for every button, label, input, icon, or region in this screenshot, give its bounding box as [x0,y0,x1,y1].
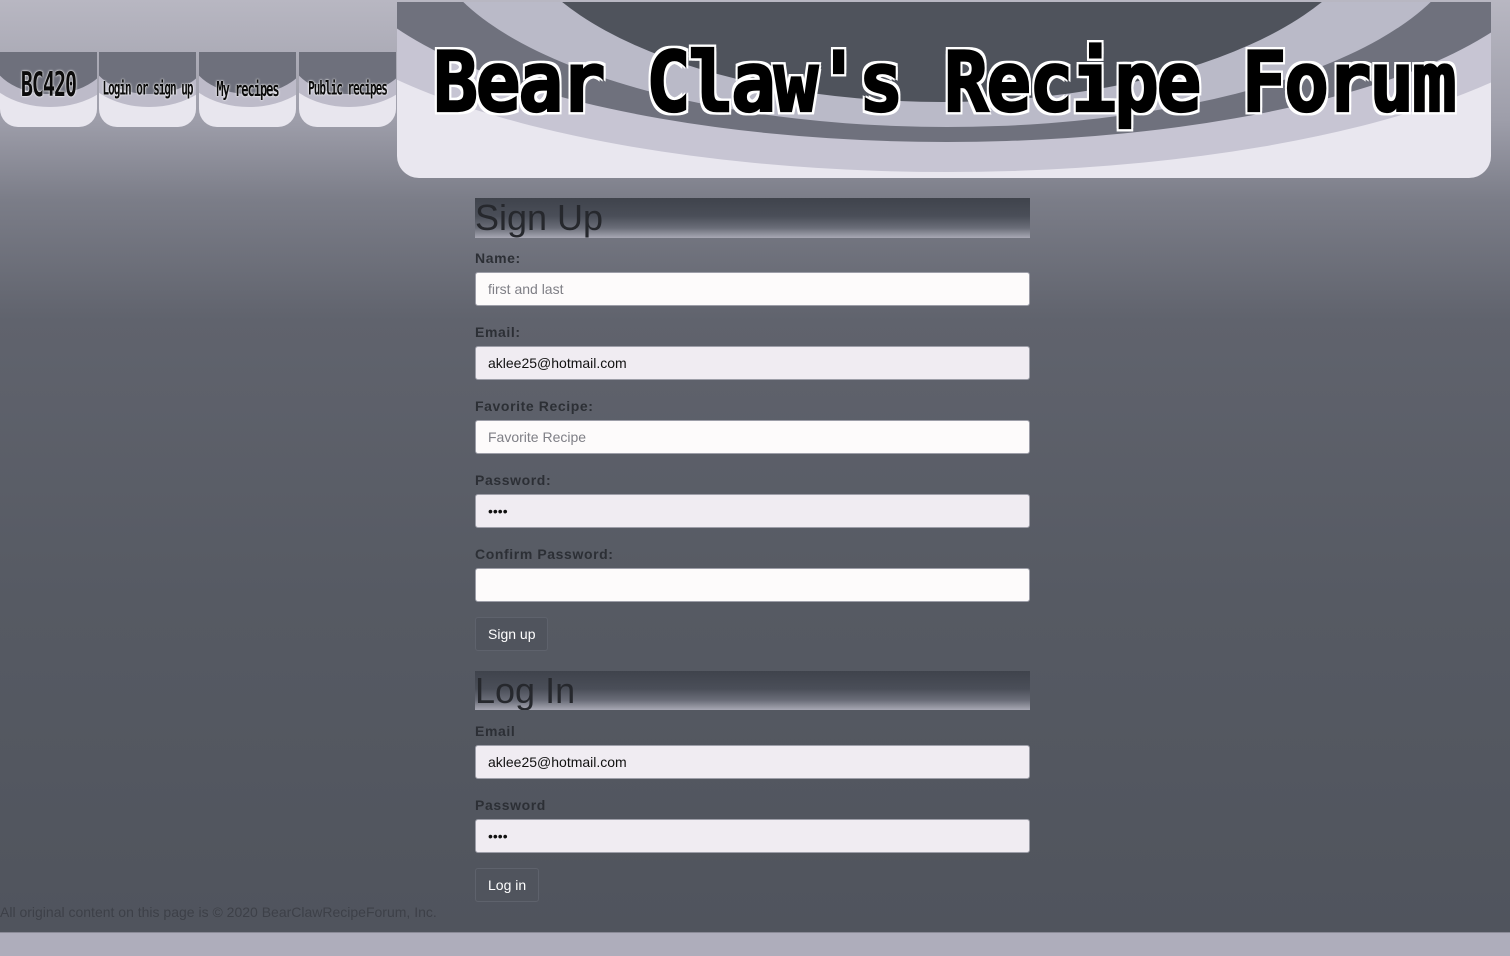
footer-copyright: All original content on this page is © 2… [0,904,437,920]
nav-bar: BC420 Login or sign up My recipes Public… [0,52,400,127]
nav-item-login[interactable]: Login or sign up [99,52,196,127]
login-email-field[interactable] [475,745,1030,779]
nav-item-label: My recipes [216,77,279,101]
signup-button[interactable]: Sign up [475,617,549,651]
confirm-password-label: Confirm Password: [475,546,614,562]
site-banner: Bear Claw's Recipe Forum [397,2,1491,178]
name-field[interactable] [475,272,1030,306]
login-password-label: Password [475,797,546,813]
login-email-label: Email [475,723,516,739]
favorite-recipe-field[interactable] [475,420,1030,454]
signup-password-field[interactable] [475,494,1030,528]
signup-password-label: Password: [475,472,552,488]
nav-item-label: Login or sign up [102,77,194,100]
login-password-field[interactable] [475,819,1030,853]
bottom-scroll-bar [0,932,1510,956]
nav-item-home[interactable]: BC420 [0,52,97,127]
name-label: Name: [475,250,521,266]
site-title: Bear Claw's Recipe Forum [432,34,1457,133]
nav-item-label: BC420 [20,63,77,105]
nav-item-public-recipes[interactable]: Public recipes [299,52,396,127]
nav-item-label: Public recipes [308,77,388,100]
signup-email-field[interactable] [475,346,1030,380]
nav-item-my-recipes[interactable]: My recipes [199,52,296,127]
confirm-password-field[interactable] [475,568,1030,602]
signup-email-label: Email: [475,324,521,340]
login-button[interactable]: Log in [475,868,540,902]
favorite-recipe-label: Favorite Recipe: [475,398,594,414]
login-heading: Log In [475,671,1030,710]
signup-heading: Sign Up [475,198,1030,238]
